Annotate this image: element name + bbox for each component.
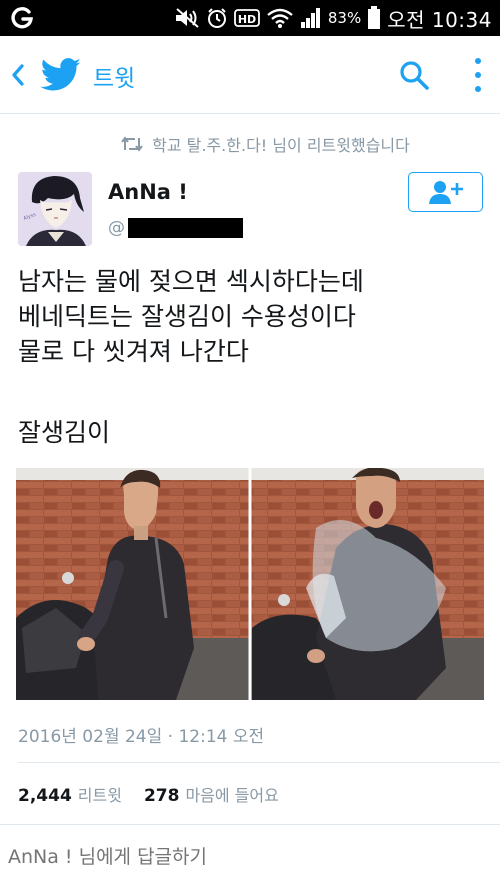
battery-icon [367,6,381,30]
battery-percent: 83% [327,9,362,27]
retweet-notice: 학교 탈.주.한.다! 님이 리트윗했습니다 [0,130,500,158]
author-name[interactable]: AnNa ! [108,180,188,204]
tweet-timestamp: 2016년 02월 24일 · 12:14 오전 [18,727,265,747]
tweet-photo[interactable] [16,468,484,700]
more-options-button[interactable] [468,56,488,94]
author-handle[interactable]: @ [108,218,243,238]
like-count[interactable]: 278 [144,786,180,806]
mute-icon [174,7,200,29]
retweet-notice-text: 학교 탈.주.한.다! 님이 리트윗했습니다 [152,136,410,155]
tweet-stats: 2,444 리트윗 278 마음에 들어요 [18,782,279,806]
olleh-g-icon [10,6,34,30]
tweet-line: 잘생김이 [18,418,111,447]
tweet-text: 남자는 물에 젖으면 섹시하다는데 베네딕트는 잘생김이 수용성이다 물로 다 … [18,264,488,369]
reply-input[interactable] [8,846,251,868]
twitter-bird-icon [40,58,82,96]
clock: 오전 10:34 [387,7,492,32]
retweet-label[interactable]: 리트윗 [78,782,122,806]
signal-icon [300,7,322,29]
reply-bar [0,824,500,889]
divider [18,762,500,763]
app-bar: 트윗 [0,36,500,114]
svg-text:HD: HD [238,13,256,26]
page-title: 트윗 [93,66,136,92]
retweet-icon [121,136,143,152]
tweet-line: 베네딕트는 잘생김이 수용성이다 [18,302,356,331]
avatar[interactable]: Alyss [18,172,92,246]
hd-icon: HD [233,8,260,28]
wifi-icon [266,7,294,29]
handle-redaction [128,218,243,238]
search-button[interactable] [398,59,430,95]
chevron-left-icon [12,64,24,86]
alarm-icon [206,7,228,29]
like-label[interactable]: 마음에 들어요 [185,782,278,806]
search-icon [400,61,429,90]
status-bar: HD 83% 오전 10:34 [0,0,500,36]
back-button[interactable] [10,61,34,89]
tweet-line: 물로 다 씻겨져 나간다 [18,337,249,366]
follow-button[interactable] [408,172,483,212]
retweet-count[interactable]: 2,444 [18,786,72,806]
add-user-icon [428,181,463,204]
handle-prefix: @ [108,218,125,238]
tweet-line: 남자는 물에 젖으면 섹시하다는데 [18,267,364,296]
